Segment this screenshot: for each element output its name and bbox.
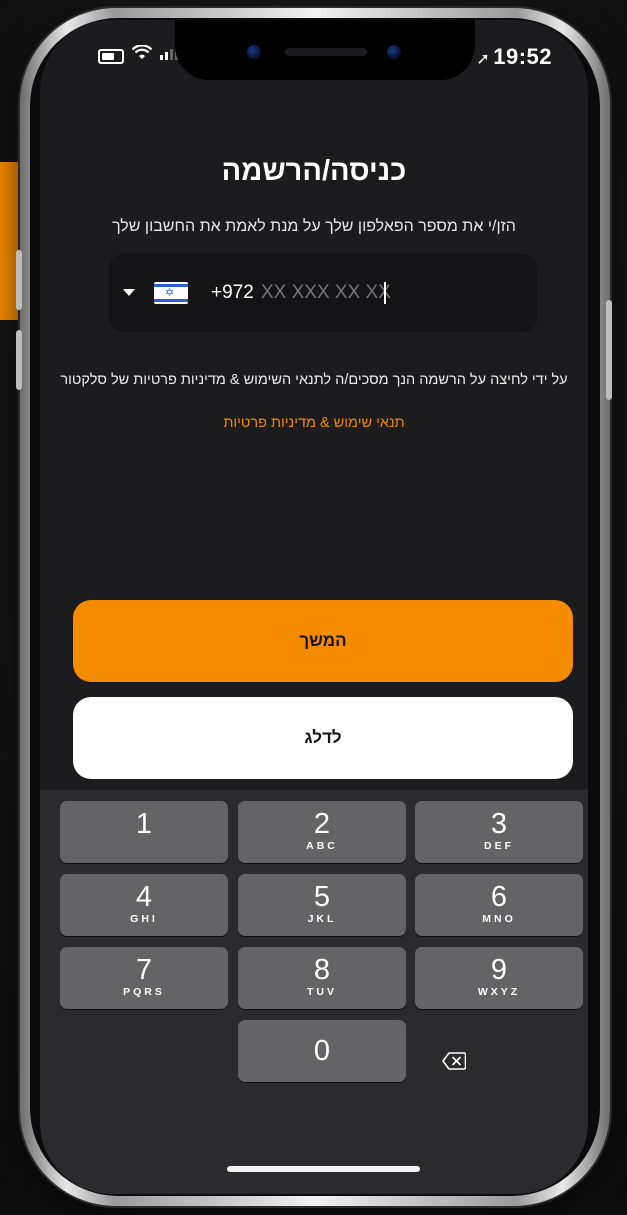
- key-6[interactable]: 6 MNO: [415, 874, 583, 936]
- stage: ➚ 19:52 כניסה/הרשמה הזן/י את מספר הפאלפון…: [0, 0, 627, 1215]
- chevron-down-icon[interactable]: [123, 289, 135, 296]
- key-digit: 4: [135, 881, 153, 913]
- face-sensor-icon: [387, 45, 401, 59]
- status-time: ➚ 19:52: [476, 44, 552, 70]
- key-digit: 1: [135, 808, 153, 840]
- page-title: כניסה/הרשמה: [221, 155, 407, 187]
- text-cursor: [384, 282, 386, 304]
- phone-number-field[interactable]: ✡ +972: [109, 254, 537, 332]
- app-screen: ➚ 19:52 כניסה/הרשמה הזן/י את מספר הפאלפון…: [40, 20, 588, 1194]
- key-letters: DEF: [484, 840, 514, 852]
- key-digit: 5: [313, 881, 331, 913]
- phone-number-input[interactable]: [261, 282, 401, 304]
- status-icons: [98, 44, 178, 67]
- star-of-david-icon: ✡: [165, 287, 175, 299]
- volume-down-button: [16, 330, 22, 390]
- terms-text: על ידי לחיצה על הרשמה הנך מסכים/ה לתנאי …: [60, 372, 568, 388]
- volume-up-button: [16, 250, 22, 310]
- key-letters: MNO: [482, 913, 516, 925]
- battery-icon: [98, 48, 124, 64]
- page-subtitle: הזן/י את מספר הפאלפון שלך על מנת לאמת את…: [112, 218, 516, 235]
- key-1[interactable]: 1: [60, 801, 228, 863]
- key-digit: 7: [135, 954, 153, 986]
- speaker-grille: [285, 48, 367, 56]
- wifi-icon: [131, 44, 153, 67]
- power-button: [606, 300, 612, 400]
- israel-flag-icon[interactable]: ✡: [154, 282, 188, 304]
- key-2[interactable]: 2 ABC: [238, 801, 406, 863]
- continue-button[interactable]: המשך: [73, 600, 573, 682]
- home-indicator[interactable]: [227, 1166, 420, 1172]
- key-0[interactable]: 0: [238, 1020, 406, 1082]
- key-digit: 0: [313, 1035, 331, 1067]
- location-arrow-icon: ➚: [476, 51, 491, 68]
- key-digit: 6: [490, 881, 508, 913]
- key-letters: GHI: [130, 913, 158, 925]
- key-digit: 2: [313, 808, 331, 840]
- key-digit: 9: [490, 954, 508, 986]
- notch: [175, 20, 475, 80]
- key-letters: TUV: [307, 986, 337, 998]
- country-dial-code[interactable]: +972: [211, 282, 254, 304]
- flag-bottom-stripe: [154, 299, 188, 302]
- key-4[interactable]: 4 GHI: [60, 874, 228, 936]
- key-letters: JKL: [307, 913, 337, 925]
- key-letters: PQRS: [123, 986, 165, 998]
- key-5[interactable]: 5 JKL: [238, 874, 406, 936]
- front-camera-icon: [247, 45, 261, 59]
- clock-text: 19:52: [493, 44, 552, 69]
- skip-button[interactable]: לדלג: [73, 697, 573, 779]
- key-digit: 3: [490, 808, 508, 840]
- key-9[interactable]: 9 WXYZ: [415, 947, 583, 1009]
- key-letters: ABC: [306, 840, 338, 852]
- key-3[interactable]: 3 DEF: [415, 801, 583, 863]
- backspace-icon[interactable]: [442, 1052, 467, 1070]
- key-8[interactable]: 8 TUV: [238, 947, 406, 1009]
- key-7[interactable]: 7 PQRS: [60, 947, 228, 1009]
- key-letters: WXYZ: [477, 986, 521, 998]
- terms-privacy-link[interactable]: תנאי שימוש & מדיניות פרטיות: [40, 415, 588, 431]
- key-digit: 8: [313, 954, 331, 986]
